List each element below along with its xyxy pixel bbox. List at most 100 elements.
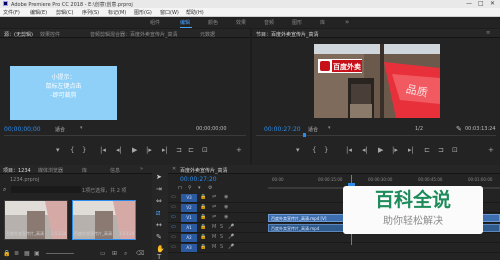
panel-menu-icon[interactable]: ≡ — [486, 30, 490, 36]
track-v1-source-icon[interactable]: ▭ — [171, 214, 176, 220]
program-marker-icon[interactable]: ▾ — [296, 147, 300, 154]
timeline-timecode[interactable]: 00:00:27:20 — [180, 176, 217, 183]
razor-tool-icon[interactable]: ⧄ — [156, 209, 160, 218]
timeline-close-icon[interactable]: ✕ — [172, 166, 176, 172]
play-icon[interactable]: ▶ — [132, 147, 137, 154]
track-a2-mic-icon[interactable]: 🎤 — [228, 234, 234, 240]
track-v3-eye-icon[interactable]: ◉ — [224, 194, 228, 200]
list-view-icon[interactable]: ≣ — [14, 250, 19, 257]
program-step-back-icon[interactable]: ◂| — [362, 147, 368, 154]
track-a3-lock-icon[interactable]: 🔒 — [200, 244, 206, 250]
type-tool-icon[interactable]: T — [157, 253, 161, 260]
track-a1-source-icon[interactable]: ▭ — [171, 224, 176, 230]
pen-tool-icon[interactable]: ✎ — [156, 233, 162, 241]
linked-selection-icon[interactable]: ⚲ — [188, 185, 192, 191]
track-a1-lock-icon[interactable]: 🔒 — [200, 224, 206, 230]
step-back-icon[interactable]: ◂| — [116, 147, 122, 154]
maximize-button[interactable]: □ — [478, 0, 484, 7]
program-play-icon[interactable]: ▶ — [378, 147, 383, 154]
track-a3-mute-icon[interactable]: M — [212, 244, 216, 250]
track-a2-solo-icon[interactable]: S — [220, 234, 223, 240]
track-a2-label[interactable]: A2 — [181, 234, 197, 242]
track-select-icon[interactable]: ⇥ — [156, 185, 162, 193]
menu-file[interactable]: 文件(F) — [3, 9, 20, 16]
wrench-icon[interactable]: ✎ — [456, 125, 462, 133]
program-title[interactable]: 节目：百度外卖宣传片_高清 — [256, 31, 319, 38]
fit-dropdown-icon[interactable]: ▾ — [80, 125, 83, 131]
timeline-settings-icon[interactable]: ⚙ — [208, 185, 212, 191]
program-go-in-icon[interactable]: |◂ — [346, 147, 352, 154]
program-scale[interactable]: 1/2 — [415, 126, 423, 132]
program-playhead[interactable] — [303, 133, 306, 137]
source-scrub-bar[interactable] — [4, 135, 246, 136]
in-point-icon[interactable]: { — [70, 147, 74, 154]
source-timecode-left[interactable]: 00;00;00;00 — [4, 126, 41, 133]
workspace-more-icon[interactable]: » — [345, 18, 349, 26]
track-v3-source-icon[interactable]: ▭ — [171, 194, 176, 200]
program-timecode[interactable]: 00:00:27:20 — [264, 126, 301, 133]
menu-clip[interactable]: 剪辑(C) — [56, 9, 73, 16]
marker-icon[interactable]: ▾ — [56, 147, 60, 154]
tab-source[interactable]: 源：(无剪辑) — [4, 31, 33, 38]
export-frame-icon[interactable]: ⊡ — [452, 147, 458, 154]
snap-icon[interactable]: ⊓ — [178, 185, 182, 191]
track-a3-label[interactable]: A3 — [181, 244, 197, 252]
workspace-color[interactable]: 颜色 — [208, 19, 218, 26]
track-a3-solo-icon[interactable]: S — [220, 244, 223, 250]
menu-sequence[interactable]: 序列(S) — [82, 9, 99, 16]
track-a3-mic-icon[interactable]: 🎤 — [228, 244, 234, 250]
tab-project[interactable]: 项目：1234 — [3, 167, 31, 174]
tab-media-browser[interactable]: 媒体浏览器 — [38, 167, 63, 174]
lift-icon[interactable]: ⊏ — [424, 147, 430, 154]
workspace-graphics[interactable]: 图形 — [292, 19, 302, 26]
program-go-out-icon[interactable]: ▸| — [408, 147, 414, 154]
track-v2-lock-icon[interactable]: 🔒 — [200, 204, 206, 210]
selection-tool-icon[interactable]: ➤ — [156, 173, 162, 181]
track-v3-lock-icon[interactable]: 🔒 — [200, 194, 206, 200]
slip-tool-icon[interactable]: ↔ — [156, 221, 162, 229]
hand-tool-icon[interactable]: ✋ — [156, 245, 165, 253]
out-point-icon[interactable]: } — [82, 147, 86, 154]
track-a1-label[interactable]: A1 — [181, 224, 197, 232]
track-v3-label[interactable]: V3 — [181, 194, 197, 202]
track-v2-eye-icon[interactable]: ◉ — [224, 204, 228, 210]
program-add-icon[interactable]: + — [488, 147, 494, 154]
track-v2-sync-icon[interactable]: ⇌ — [212, 204, 216, 210]
workspace-effects[interactable]: 效果 — [236, 19, 246, 26]
track-a2-lock-icon[interactable]: 🔒 — [200, 234, 206, 240]
tab-audio-mixer[interactable]: 音频剪辑混合器：百度外卖宣传片_高清 — [90, 31, 178, 38]
camera-icon[interactable]: ⊡ — [202, 147, 208, 154]
workspace-assembly[interactable]: 组件 — [150, 19, 160, 26]
source-fit-select[interactable]: 适合 — [55, 126, 65, 133]
program-scrub-bar[interactable] — [256, 135, 496, 136]
extract-icon[interactable]: ⊐ — [438, 147, 444, 154]
add-button-icon[interactable]: + — [236, 147, 242, 154]
track-a1-mute-icon[interactable]: M — [212, 224, 216, 230]
program-step-fwd-icon[interactable]: |▸ — [392, 147, 398, 154]
track-v2-label[interactable]: V2 — [181, 204, 197, 212]
video-clip-1[interactable]: 百度外卖宣传片_高清.mp4 [V] — [268, 214, 348, 222]
track-v1-label[interactable]: V1 — [181, 214, 197, 222]
ripple-edit-icon[interactable]: ⇔ — [156, 197, 162, 205]
overwrite-icon[interactable]: ⊏ — [188, 147, 194, 154]
find-icon[interactable]: ⌕ — [124, 250, 127, 258]
menu-help[interactable]: 帮助(H) — [186, 9, 204, 16]
project-item-1[interactable]: 百度外卖宣传片_高清 1:53:24 — [4, 200, 68, 240]
delete-icon[interactable]: ⌫ — [136, 250, 144, 257]
zoom-slider[interactable] — [46, 253, 74, 254]
close-button[interactable]: ✕ — [490, 0, 495, 7]
track-v2-source-icon[interactable]: ▭ — [171, 204, 176, 210]
track-v1-eye-icon[interactable]: ◉ — [224, 214, 228, 220]
menu-graphics[interactable]: 图形(G) — [134, 9, 152, 16]
tab-metadata[interactable]: 元数据 — [200, 31, 215, 38]
menu-window[interactable]: 窗口(W) — [160, 9, 179, 16]
tab-info[interactable]: 信息 — [110, 167, 120, 174]
project-search-input[interactable] — [11, 186, 81, 193]
track-a2-source-icon[interactable]: ▭ — [171, 234, 176, 240]
track-a1-mic-icon[interactable]: 🎤 — [228, 224, 234, 230]
tab-effect-controls[interactable]: 效果控件 — [40, 31, 60, 38]
program-fit-dropdown-icon[interactable]: ▾ — [328, 125, 331, 131]
program-out-icon[interactable]: } — [324, 147, 328, 154]
workspace-audio[interactable]: 音频 — [264, 19, 274, 26]
track-a1-solo-icon[interactable]: S — [220, 224, 223, 230]
